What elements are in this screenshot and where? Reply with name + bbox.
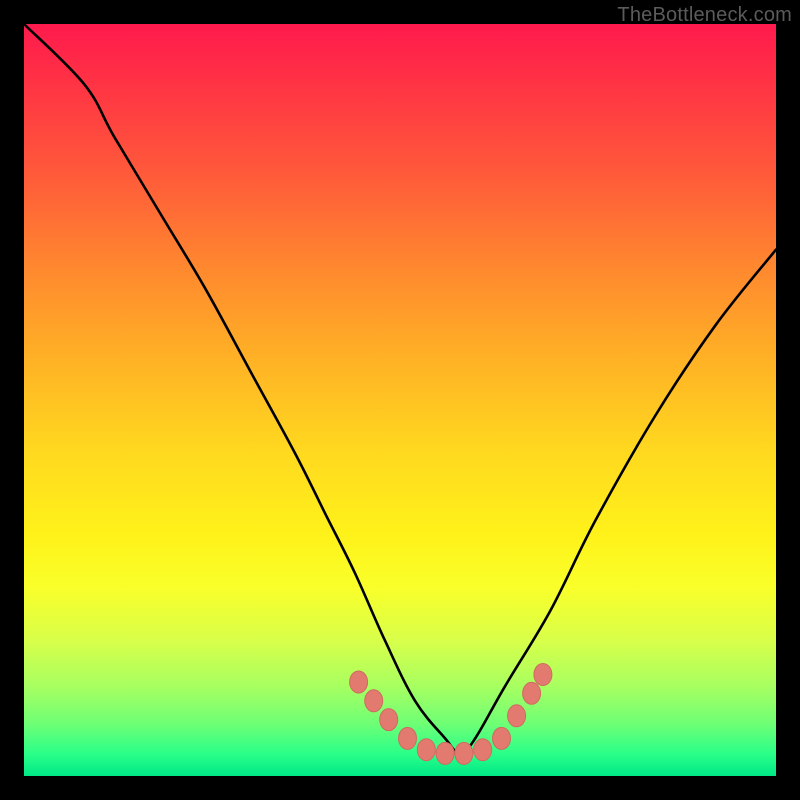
- trough-marker-group: [350, 664, 552, 765]
- trough-marker: [350, 671, 368, 693]
- plot-area: [24, 24, 776, 776]
- trough-marker: [523, 682, 541, 704]
- trough-marker: [493, 727, 511, 749]
- trough-marker: [534, 664, 552, 686]
- trough-marker: [417, 739, 435, 761]
- trough-marker: [399, 727, 417, 749]
- trough-marker: [474, 739, 492, 761]
- bottleneck-curve: [24, 24, 776, 753]
- chart-frame: TheBottleneck.com: [0, 0, 800, 800]
- trough-marker: [508, 705, 526, 727]
- trough-marker: [436, 742, 454, 764]
- trough-marker: [365, 690, 383, 712]
- trough-marker: [455, 742, 473, 764]
- trough-marker: [380, 709, 398, 731]
- watermark-label: TheBottleneck.com: [617, 4, 792, 27]
- curve-layer: [24, 24, 776, 776]
